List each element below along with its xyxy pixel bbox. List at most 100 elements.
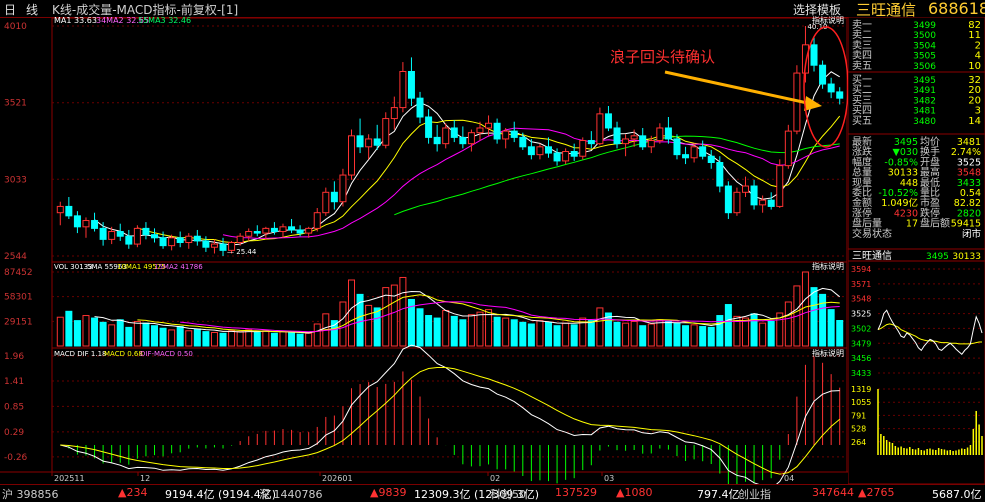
candle-body[interactable] xyxy=(373,138,381,146)
volume-bar[interactable] xyxy=(639,325,647,347)
volume-bar[interactable] xyxy=(656,319,664,347)
candle-body[interactable] xyxy=(202,240,210,248)
volume-bar[interactable] xyxy=(185,330,193,347)
candle-body[interactable] xyxy=(493,122,501,140)
volume-bar[interactable] xyxy=(519,321,527,347)
candle-body[interactable] xyxy=(270,227,278,233)
candle-body[interactable] xyxy=(587,140,595,145)
volume-bar[interactable] xyxy=(759,322,767,347)
index-ticker-item[interactable]: ▲2765 xyxy=(858,486,894,499)
volume-bar[interactable] xyxy=(613,321,621,347)
candle-body[interactable] xyxy=(151,234,158,239)
candle-body[interactable] xyxy=(647,140,655,148)
candle-body[interactable] xyxy=(502,130,510,140)
volume-bar[interactable] xyxy=(690,324,698,347)
candle-body[interactable] xyxy=(562,151,570,162)
volume-bar[interactable] xyxy=(742,317,749,347)
candle-body[interactable] xyxy=(819,64,827,85)
candle-body[interactable] xyxy=(253,231,261,234)
candle-body[interactable] xyxy=(425,116,433,138)
candle-body[interactable] xyxy=(305,227,313,234)
volume-bar[interactable] xyxy=(819,293,827,347)
volume-bar[interactable] xyxy=(664,320,672,347)
volume-bar[interactable] xyxy=(373,307,381,347)
volume-bar[interactable] xyxy=(390,284,398,347)
candle-body[interactable] xyxy=(664,127,672,140)
volume-bar[interactable] xyxy=(810,287,818,347)
candle-body[interactable] xyxy=(56,205,64,214)
candle-body[interactable] xyxy=(348,135,355,176)
candle-body[interactable] xyxy=(836,91,844,99)
volume-bar[interactable] xyxy=(707,326,715,347)
candle-body[interactable] xyxy=(288,226,296,231)
volume-bar[interactable] xyxy=(716,315,724,347)
volume-bar[interactable] xyxy=(485,309,493,347)
candle-body[interactable] xyxy=(108,231,116,240)
volume-bar[interactable] xyxy=(176,326,184,347)
volume-bar[interactable] xyxy=(467,314,475,347)
candle-body[interactable] xyxy=(82,220,90,228)
candle-body[interactable] xyxy=(442,127,450,145)
candle-body[interactable] xyxy=(519,136,527,148)
volume-bar[interactable] xyxy=(330,320,338,347)
candle-body[interactable] xyxy=(313,212,321,229)
candle-body[interactable] xyxy=(622,138,630,145)
candle-body[interactable] xyxy=(339,174,347,203)
candle-body[interactable] xyxy=(467,132,475,145)
volume-bar[interactable] xyxy=(262,330,270,347)
volume-bar[interactable] xyxy=(253,331,261,347)
candle-body[interactable] xyxy=(219,243,227,251)
candle-body[interactable] xyxy=(210,243,218,248)
candle-body[interactable] xyxy=(724,185,732,214)
candle-body[interactable] xyxy=(613,127,621,145)
candle-body[interactable] xyxy=(159,237,167,247)
volume-bar[interactable] xyxy=(159,327,167,347)
volume-bar[interactable] xyxy=(527,323,535,347)
candle-body[interactable] xyxy=(750,185,758,206)
candle-body[interactable] xyxy=(125,235,133,245)
candle-body[interactable] xyxy=(382,118,390,146)
volume-bar[interactable] xyxy=(99,321,107,347)
candle-body[interactable] xyxy=(716,161,724,187)
volume-bar[interactable] xyxy=(622,322,630,347)
candle-body[interactable] xyxy=(185,235,193,244)
volume-bar[interactable] xyxy=(450,315,458,347)
candle-body[interactable] xyxy=(699,146,707,157)
candle-body[interactable] xyxy=(545,146,552,154)
volume-bar[interactable] xyxy=(219,332,227,347)
volume-bar[interactable] xyxy=(270,332,278,347)
volume-bar[interactable] xyxy=(228,330,236,347)
candle-body[interactable] xyxy=(236,235,244,244)
candle-body[interactable] xyxy=(733,191,741,214)
volume-bar[interactable] xyxy=(202,331,210,347)
volume-bar[interactable] xyxy=(116,319,124,347)
candle-body[interactable] xyxy=(262,227,270,234)
candle-body[interactable] xyxy=(604,113,612,129)
candle-body[interactable] xyxy=(776,165,784,207)
candle-body[interactable] xyxy=(742,185,749,193)
candle-body[interactable] xyxy=(99,227,107,240)
candle-body[interactable] xyxy=(390,107,398,120)
volume-bar[interactable] xyxy=(562,322,570,347)
candle-body[interactable] xyxy=(579,140,587,157)
candle-body[interactable] xyxy=(707,155,715,163)
volume-bar[interactable] xyxy=(151,325,158,347)
candle-body[interactable] xyxy=(596,113,604,145)
volume-bar[interactable] xyxy=(82,315,90,347)
volume-bar[interactable] xyxy=(604,312,612,347)
candle-body[interactable] xyxy=(356,135,364,148)
volume-bar[interactable] xyxy=(673,322,681,347)
volume-bar[interactable] xyxy=(125,326,133,347)
volume-bar[interactable] xyxy=(596,307,604,347)
index-ticker-item[interactable]: ▲9839 xyxy=(370,486,406,499)
candle-body[interactable] xyxy=(536,146,544,156)
volume-bar[interactable] xyxy=(493,316,501,347)
volume-bar[interactable] xyxy=(682,325,690,347)
candle-body[interactable] xyxy=(673,138,681,156)
volume-bar[interactable] xyxy=(399,276,407,347)
candle-body[interactable] xyxy=(690,146,698,159)
candle-body[interactable] xyxy=(296,229,304,234)
volume-bar[interactable] xyxy=(382,287,390,347)
volume-bar[interactable] xyxy=(56,316,64,347)
candle-body[interactable] xyxy=(399,70,407,109)
